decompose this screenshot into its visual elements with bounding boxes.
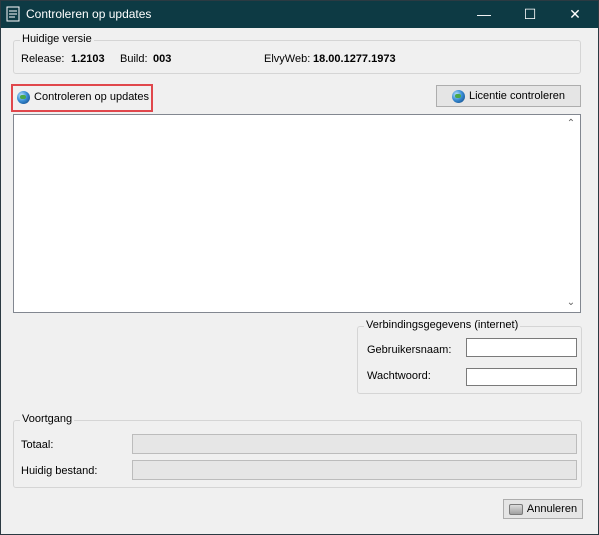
globe-icon bbox=[17, 90, 31, 104]
password-label: Wachtwoord: bbox=[367, 370, 431, 382]
scroll-down-icon[interactable]: ⌄ bbox=[564, 296, 578, 310]
current-file-progress-bar bbox=[132, 460, 577, 480]
release-label: Release: bbox=[21, 53, 65, 65]
elvyweb-label: ElvyWeb: bbox=[264, 53, 311, 65]
current-version-legend: Huidige versie bbox=[20, 33, 94, 45]
globe-icon bbox=[451, 89, 465, 103]
cancel-icon bbox=[508, 503, 523, 515]
maximize-button[interactable]: ☐ bbox=[507, 1, 553, 28]
username-label: Gebruikersnaam: bbox=[367, 344, 452, 356]
cancel-label: Annuleren bbox=[526, 503, 578, 515]
release-value: 1.2103 bbox=[71, 53, 105, 65]
minimize-button[interactable]: — bbox=[461, 1, 507, 28]
build-value: 003 bbox=[153, 53, 172, 65]
elvyweb-value: 18.00.1277.1973 bbox=[313, 53, 396, 65]
connection-legend: Verbindingsgegevens (internet) bbox=[364, 319, 521, 331]
window-title: Controleren op updates bbox=[26, 7, 152, 21]
title-bar[interactable]: Controleren op updates — ☐ ✕ bbox=[1, 1, 598, 28]
username-input[interactable] bbox=[466, 338, 577, 357]
build-label: Build: bbox=[120, 53, 148, 65]
scroll-up-icon[interactable]: ⌃ bbox=[564, 117, 578, 131]
cancel-button[interactable]: Annuleren bbox=[503, 499, 583, 519]
close-button[interactable]: ✕ bbox=[552, 1, 598, 28]
check-license-button[interactable]: Licentie controleren bbox=[436, 85, 581, 107]
document-icon bbox=[6, 6, 20, 22]
current-file-label: Huidig bestand: bbox=[21, 465, 98, 477]
total-label: Totaal: bbox=[21, 439, 54, 451]
check-license-label: Licentie controleren bbox=[468, 90, 565, 102]
total-progress-bar bbox=[132, 434, 577, 454]
password-input[interactable] bbox=[466, 368, 577, 386]
update-log[interactable]: ⌃ ⌄ bbox=[13, 114, 581, 313]
check-updates-label: Controleren op updates bbox=[34, 91, 149, 103]
check-updates-button[interactable]: Controleren op updates bbox=[15, 86, 151, 108]
progress-legend: Voortgang bbox=[20, 413, 75, 425]
update-dialog: Controleren op updates — ☐ ✕ Huidige ver… bbox=[0, 0, 599, 535]
